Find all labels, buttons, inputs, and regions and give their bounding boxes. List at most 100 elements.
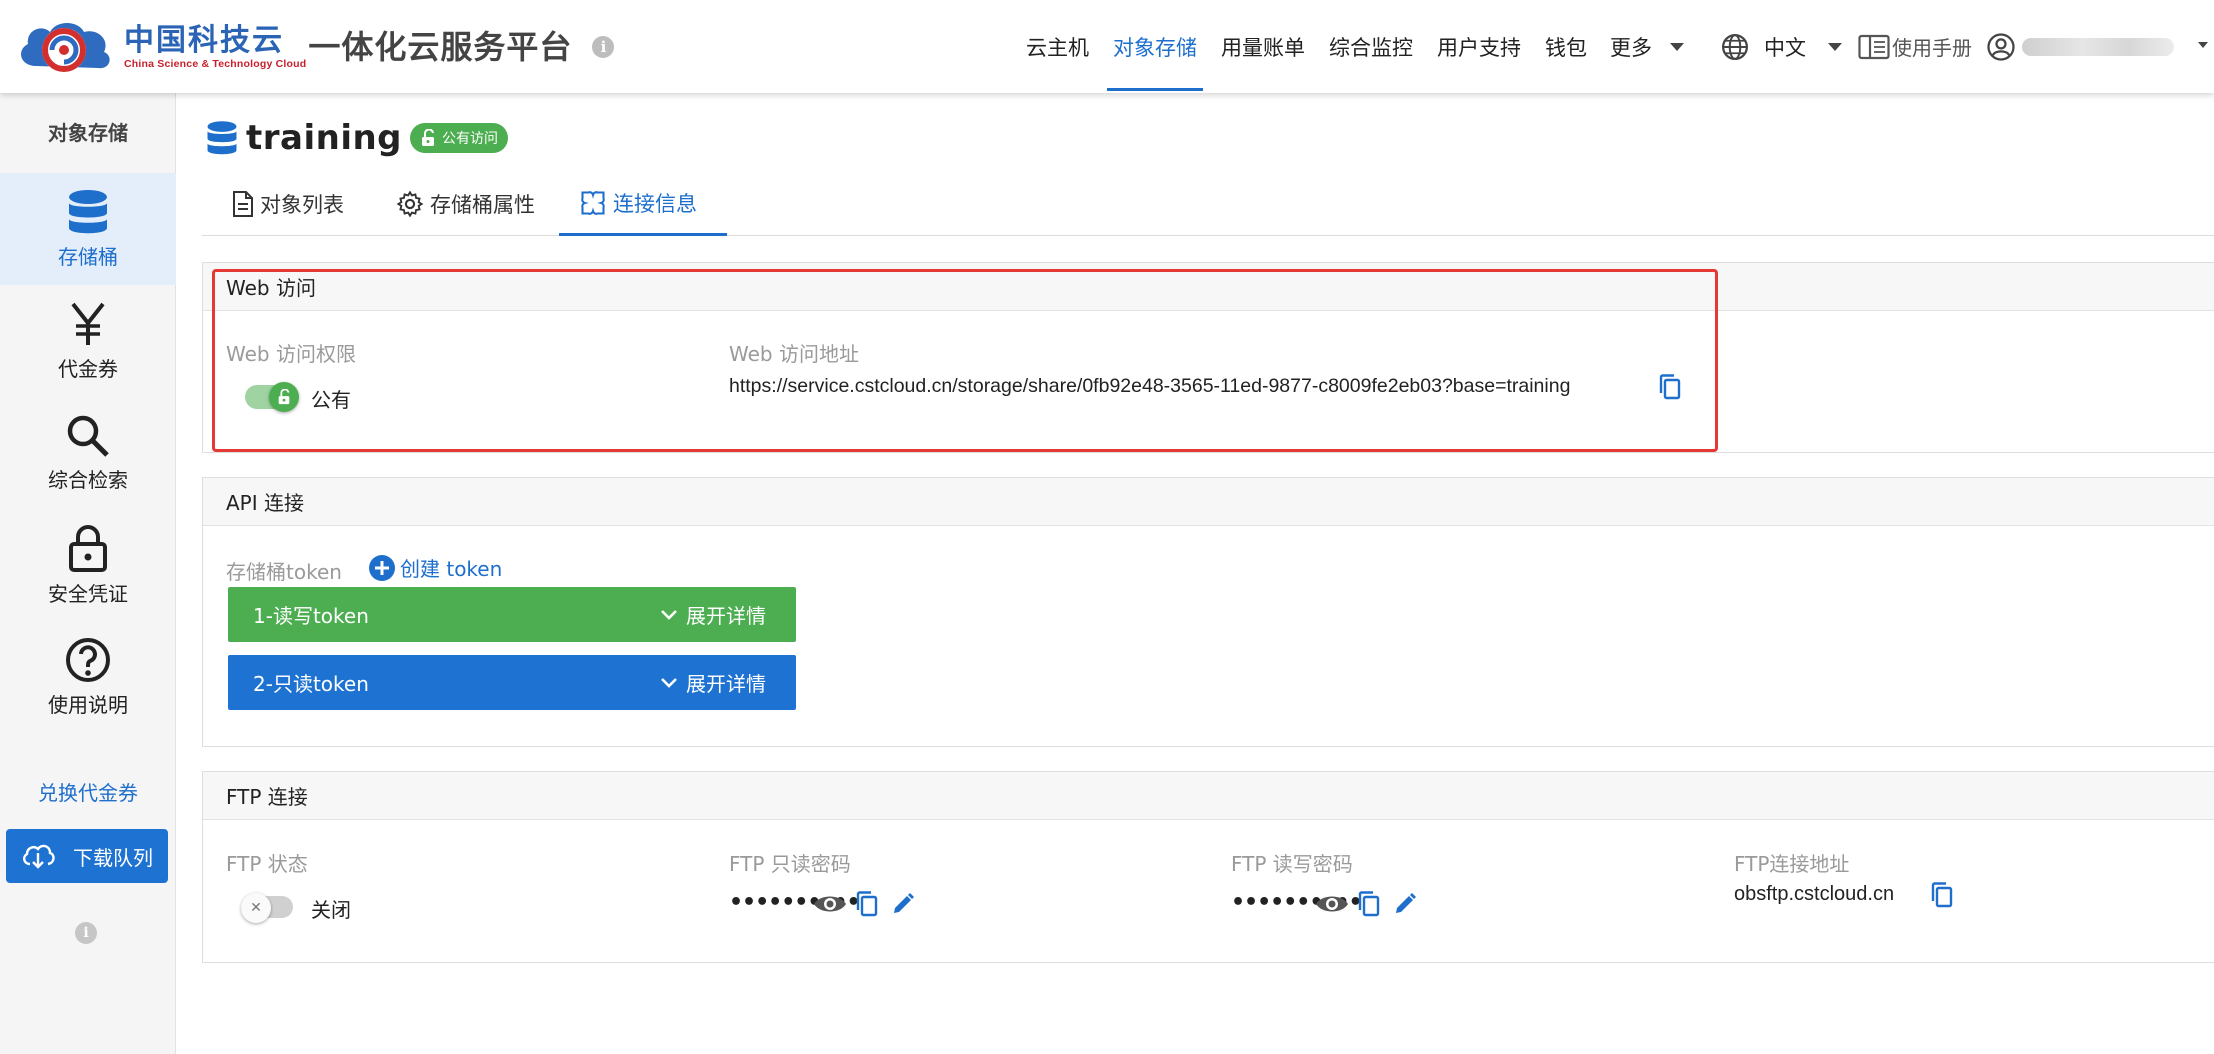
web-access-toggle[interactable]	[245, 382, 299, 412]
manual-link[interactable]: 使用手册	[1858, 0, 1972, 93]
web-access-panel: Web 访问 Web 访问权限 公有 Web 访问地址 https://serv…	[202, 262, 2214, 453]
tab-object-list[interactable]: 对象列表	[212, 172, 364, 236]
left-sidebar: 对象存储 存储桶 代金券 综合检索 安全凭证 使用说明 兑换代金券 下载队列 i	[0, 93, 176, 1054]
show-password-button[interactable]	[813, 889, 847, 919]
nav-usage-bill[interactable]: 用量账单	[1221, 0, 1305, 93]
sidebar-title: 对象存储	[48, 121, 128, 145]
bucket-token-label: 存储桶token	[226, 560, 342, 584]
chevron-down-icon	[1670, 42, 1684, 51]
web-permission-value: 公有	[311, 390, 351, 412]
chevron-down-icon	[1828, 42, 1842, 51]
copy-ftp-address-button[interactable]	[1929, 881, 1955, 909]
expand-details-label: 展开详情	[686, 672, 766, 696]
username-redacted	[2022, 38, 2174, 56]
document-icon	[233, 191, 253, 217]
copy-icon	[1931, 882, 1953, 908]
eye-icon	[814, 896, 846, 912]
tab-connection-info[interactable]: 连接信息	[559, 172, 727, 236]
lock-icon	[69, 524, 107, 572]
download-queue-label: 下载队列	[73, 845, 153, 870]
bucket-name: training	[246, 118, 403, 158]
nav-active-indicator	[1107, 88, 1203, 91]
tab-bucket-properties[interactable]: 存储桶属性	[376, 172, 555, 236]
logo-text: 中国科技云 China Science & Technology Cloud	[124, 24, 307, 71]
sidebar-item-buckets[interactable]: 存储桶	[0, 173, 176, 285]
gear-icon	[396, 190, 424, 218]
show-password-button[interactable]	[1315, 889, 1349, 919]
toggle-knob	[269, 382, 299, 412]
token-name: 1-读写token	[253, 604, 369, 628]
unlock-icon	[422, 129, 435, 146]
user-menu[interactable]	[1986, 0, 2016, 93]
edit-password-button[interactable]	[891, 892, 915, 916]
sidebar-item-label: 综合检索	[48, 467, 128, 492]
eye-icon	[1316, 896, 1348, 912]
web-address-label: Web 访问地址	[729, 342, 859, 366]
nav-more-label: 更多	[1610, 35, 1652, 60]
public-access-badge: 公有访问	[410, 123, 509, 153]
sidebar-item-label: 存储桶	[58, 244, 118, 269]
copy-address-button[interactable]	[1657, 373, 1683, 401]
expand-details-button[interactable]: 展开详情	[660, 668, 766, 697]
token-name: 2-只读token	[253, 672, 369, 696]
site-logo[interactable]: 中国科技云 China Science & Technology Cloud 一…	[14, 16, 615, 78]
user-avatar-icon	[1987, 32, 2015, 61]
nav-object-storage[interactable]: 对象存储	[1113, 0, 1197, 93]
tab-label: 连接信息	[613, 191, 697, 216]
nav-wallet[interactable]: 钱包	[1545, 0, 1587, 93]
bucket-tabs: 对象列表 存储桶属性 连接信息	[202, 172, 2214, 236]
ftp-readwrite-password-label: FTP 读写密码	[1231, 852, 1353, 876]
language-selector[interactable]: 中文	[1720, 0, 1842, 93]
api-connection-panel: API 连接 存储桶token 创建 token 1-读写token 展开详情 …	[202, 477, 2214, 747]
top-header: 中国科技云 China Science & Technology Cloud 一…	[0, 0, 2214, 93]
panel-title: FTP 连接	[203, 772, 2214, 820]
web-address-value: https://service.cstcloud.cn/storage/shar…	[729, 375, 1571, 397]
ftp-readonly-password-label: FTP 只读密码	[729, 852, 851, 876]
nav-cloud-host[interactable]: 云主机	[1026, 0, 1089, 93]
chevron-down-icon	[661, 609, 677, 620]
public-badge-label: 公有访问	[442, 131, 499, 147]
chevron-down-icon	[661, 677, 677, 688]
nav-monitoring[interactable]: 综合监控	[1329, 0, 1413, 93]
copy-password-button[interactable]	[1357, 890, 1381, 918]
copy-icon	[1659, 374, 1681, 400]
token-row-readwrite[interactable]: 1-读写token 展开详情	[228, 587, 796, 642]
ftp-connection-panel: FTP 连接 FTP 状态 ✕ 关闭 FTP 只读密码 •••••••••• F…	[202, 771, 2214, 963]
create-token-button[interactable]: 创建 token	[368, 553, 502, 582]
sidebar-item-search[interactable]: 综合检索	[0, 397, 176, 509]
download-queue-button[interactable]: 下载队列	[6, 829, 168, 883]
logo-en-text: China Science & Technology Cloud	[124, 58, 307, 70]
yen-icon	[71, 302, 105, 345]
info-icon[interactable]: i	[592, 36, 615, 58]
panel-title: Web 访问	[203, 263, 2214, 311]
panel-title: API 连接	[203, 478, 2214, 526]
sidebar-item-label: 代金券	[58, 356, 118, 381]
pencil-icon	[894, 893, 914, 913]
web-permission-label: Web 访问权限	[226, 342, 356, 366]
toggle-knob: ✕	[241, 893, 271, 923]
sidebar-item-vouchers[interactable]: 代金券	[0, 285, 176, 397]
search-icon	[67, 415, 109, 457]
expand-details-label: 展开详情	[686, 604, 766, 628]
nav-user-support[interactable]: 用户支持	[1437, 0, 1521, 93]
sidebar-item-label: 使用说明	[48, 692, 128, 717]
manual-label: 使用手册	[1892, 36, 1972, 60]
ftp-status-label: FTP 状态	[226, 852, 308, 876]
info-icon[interactable]: i	[75, 922, 97, 944]
chevron-down-icon[interactable]	[2196, 38, 2210, 52]
copy-icon	[856, 891, 878, 917]
copy-password-button[interactable]	[855, 890, 879, 918]
cloud-download-icon	[22, 844, 55, 869]
expand-details-button[interactable]: 展开详情	[660, 600, 766, 629]
redeem-voucher-link[interactable]: 兑换代金券	[0, 777, 176, 806]
nav-more[interactable]: 更多	[1610, 0, 1684, 93]
token-row-readonly[interactable]: 2-只读token 展开详情	[228, 655, 796, 710]
sidebar-item-help[interactable]: 使用说明	[0, 621, 176, 733]
ftp-address-value: obsftp.cstcloud.cn	[1734, 883, 1895, 905]
ftp-status-toggle[interactable]: ✕	[241, 893, 293, 923]
connection-icon	[581, 190, 605, 215]
create-token-label: 创建 token	[400, 557, 503, 581]
edit-password-button[interactable]	[1393, 892, 1417, 916]
sidebar-item-credentials[interactable]: 安全凭证	[0, 509, 176, 621]
sidebar-item-label: 安全凭证	[48, 581, 128, 606]
